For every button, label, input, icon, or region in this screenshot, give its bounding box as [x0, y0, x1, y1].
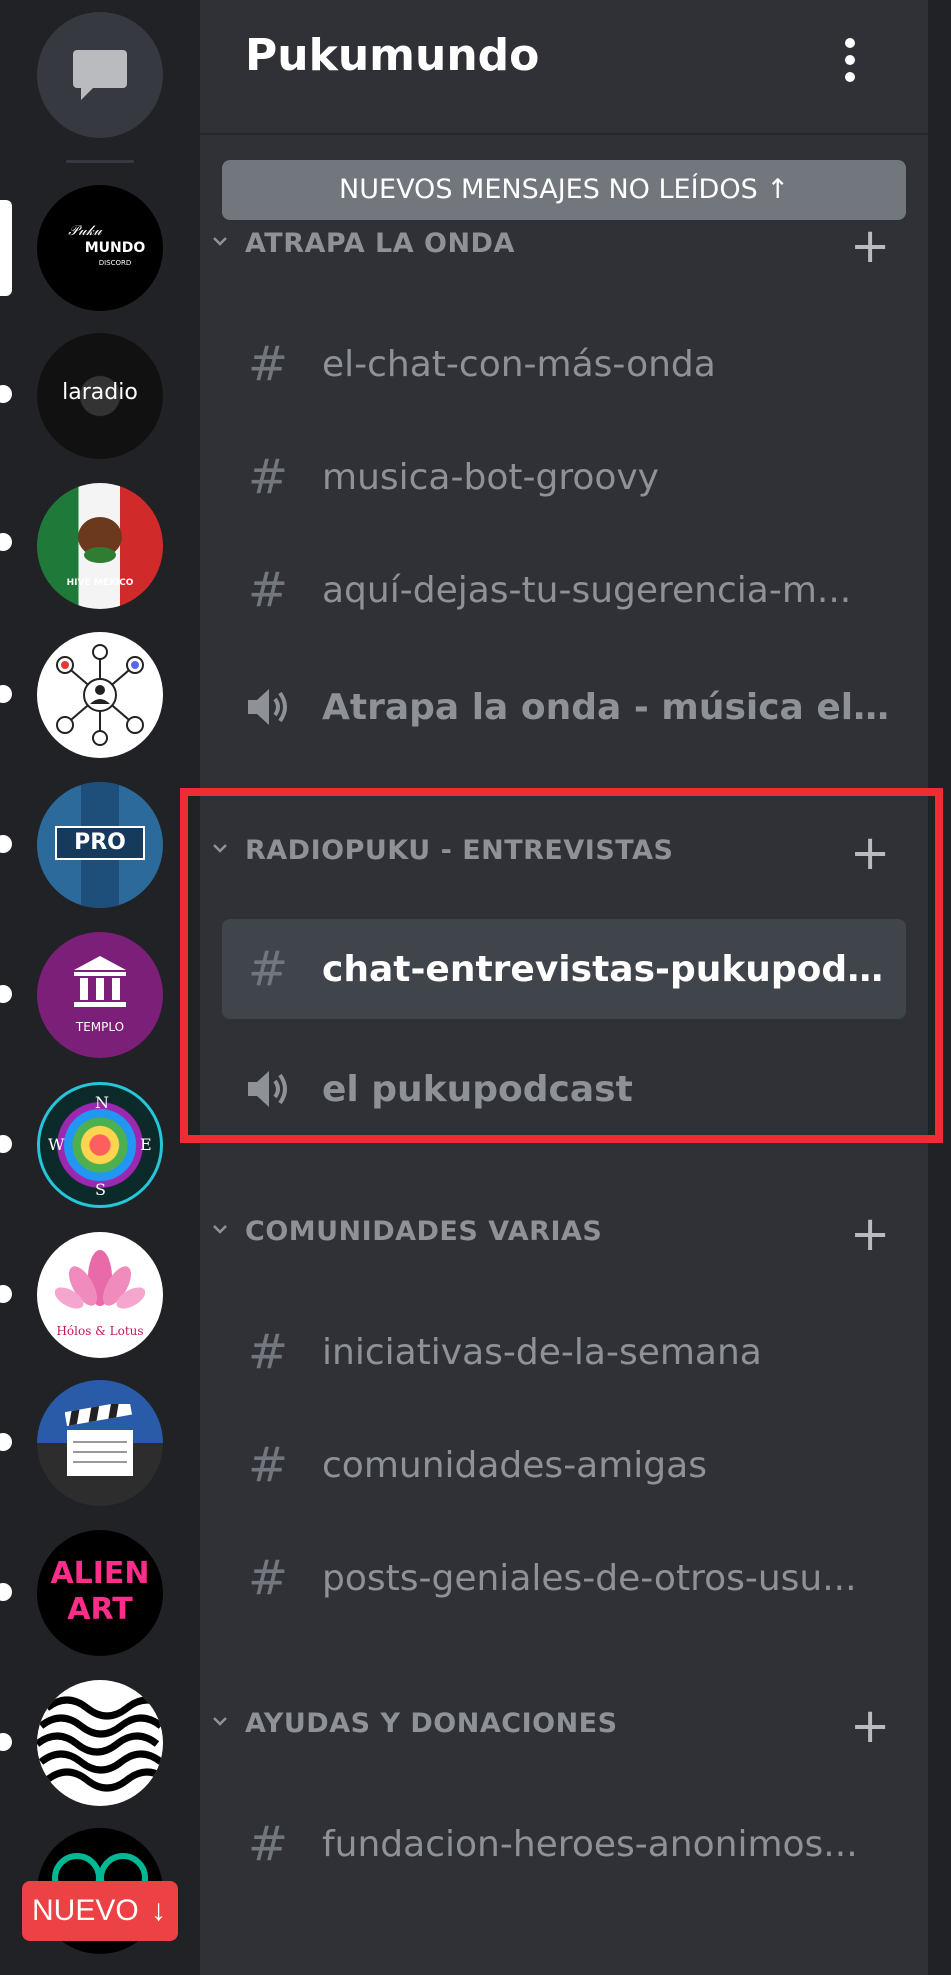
channel-name: musica-bot-groovy	[322, 457, 659, 498]
waves-icon	[37, 1696, 163, 1792]
eagle-icon	[78, 517, 122, 563]
unread-dot	[0, 1733, 12, 1751]
channel-atrapa-la-onda-voice[interactable]: Atrapa la onda - música elec...	[222, 657, 906, 757]
server-icon-pro[interactable]: PRO	[37, 782, 163, 908]
channel-name: iniciativas-de-la-semana	[322, 1332, 762, 1373]
server-icon-holos-lotus[interactable]: Hólos & Lotus	[37, 1232, 163, 1358]
category-label: COMUNIDADES VARIAS	[245, 1216, 603, 1247]
unread-dot	[0, 1285, 12, 1303]
chat-bubble-icon	[73, 50, 127, 100]
logo-subtext: DISCORD	[98, 259, 132, 267]
server-icon-alien-art[interactable]: ALIEN ART	[37, 1530, 163, 1656]
arrow-up-icon: ↑	[766, 174, 789, 205]
add-channel-icon[interactable]: +	[850, 1210, 890, 1258]
speaker-icon	[248, 689, 287, 725]
logo-text: laradio	[62, 380, 138, 405]
server-icon-cine[interactable]	[37, 1380, 163, 1506]
hashtag-icon: #	[247, 562, 289, 618]
channel-comunidades-amigas[interactable]: # comunidades-amigas	[222, 1415, 906, 1515]
new-badge-label: NUEVO	[32, 1894, 139, 1927]
lotus-icon	[55, 1250, 145, 1309]
compass-w: W	[48, 1135, 65, 1154]
server-name: Pukumundo	[245, 30, 540, 81]
server-icon-pukumundo[interactable]: 𝒫𝓊𝓀𝓊 MUNDO DISCORD	[37, 185, 163, 311]
channel-aqui-dejas-tu-sugerencia[interactable]: # aquí-dejas-tu-sugerencia-m...	[222, 540, 906, 640]
channel-name: comunidades-amigas	[322, 1445, 707, 1486]
logo-text: HIVE MEXICO	[66, 578, 134, 588]
hashtag-icon: #	[247, 1550, 289, 1606]
category-label: ATRAPA LA ONDA	[245, 228, 515, 259]
unread-dot	[0, 533, 12, 551]
server-header[interactable]: Pukumundo	[200, 0, 928, 135]
hashtag-icon: #	[247, 1437, 289, 1493]
selected-server-indicator	[0, 200, 12, 296]
hashtag-icon: #	[247, 1816, 289, 1872]
compass-e: E	[140, 1135, 152, 1154]
channel-posts-geniales[interactable]: # posts-geniales-de-otros-usu...	[222, 1528, 906, 1628]
channel-name: aquí-dejas-tu-sugerencia-m...	[322, 570, 852, 611]
server-icon-compass[interactable]: N W E S	[37, 1082, 163, 1208]
direct-messages-button[interactable]	[37, 12, 163, 138]
category-comunidades-varias[interactable]: COMUNIDADES VARIAS +	[200, 1204, 928, 1264]
highlight-annotation	[180, 788, 943, 1143]
unread-dot	[0, 1135, 12, 1153]
channel-name: Atrapa la onda - música elec...	[322, 687, 892, 728]
server-icon-network[interactable]	[37, 632, 163, 758]
channel-fundacion-heroes-anonimos[interactable]: # fundacion-heroes-anonimos...	[222, 1794, 906, 1894]
channel-name: el-chat-con-más-onda	[322, 344, 716, 385]
clapperboard-icon	[65, 1404, 133, 1476]
channel-el-chat-con-mas-onda[interactable]: # el-chat-con-más-onda	[222, 314, 906, 414]
server-icon-templo[interactable]: TEMPLO	[37, 932, 163, 1058]
arrow-down-icon: ↓	[151, 1894, 166, 1927]
channel-iniciativas-de-la-semana[interactable]: # iniciativas-de-la-semana	[222, 1302, 906, 1402]
compass-s: S	[95, 1180, 106, 1199]
unread-dot	[0, 835, 12, 853]
chevron-down-icon	[213, 1225, 227, 1234]
unread-banner-label: NUEVOS MENSAJES NO LEÍDOS	[339, 174, 758, 205]
category-atrapa-la-onda[interactable]: ATRAPA LA ONDA +	[200, 216, 928, 276]
unread-dot	[0, 1583, 12, 1601]
server-icon-hive-mexico[interactable]: HIVE MEXICO	[37, 483, 163, 609]
unread-dot	[0, 685, 12, 703]
channel-name: posts-geniales-de-otros-usu...	[322, 1558, 857, 1599]
logo-text: TEMPLO	[75, 1020, 125, 1034]
unread-messages-banner[interactable]: NUEVOS MENSAJES NO LEÍDOS ↑	[222, 160, 906, 220]
network-icon	[56, 644, 144, 746]
hashtag-icon: #	[247, 1324, 289, 1380]
compass-n: N	[95, 1093, 109, 1112]
hashtag-icon: #	[247, 336, 289, 392]
kebab-menu-icon[interactable]	[840, 38, 860, 86]
add-channel-icon[interactable]: +	[850, 222, 890, 270]
channel-name: fundacion-heroes-anonimos...	[322, 1824, 858, 1865]
unread-dot	[0, 1433, 12, 1451]
logo-text: PRO	[74, 830, 126, 855]
category-ayudas-y-donaciones[interactable]: AYUDAS Y DONACIONES +	[200, 1696, 928, 1756]
channel-musica-bot-groovy[interactable]: # musica-bot-groovy	[222, 427, 906, 527]
logo-text: MUNDO	[84, 240, 146, 256]
server-icon-waves[interactable]	[37, 1680, 163, 1806]
logo-text: Hólos & Lotus	[56, 1324, 144, 1338]
server-rail: 𝒫𝓊𝓀𝓊 MUNDO DISCORD laradio HIVE MEXICO P…	[0, 0, 200, 1975]
hashtag-icon: #	[247, 449, 289, 505]
logo-text: ALIEN ART	[50, 1556, 150, 1627]
chevron-down-icon	[213, 1717, 227, 1726]
rail-separator	[66, 160, 134, 163]
server-icon-laradio[interactable]: laradio	[37, 333, 163, 459]
new-messages-badge[interactable]: NUEVO ↓	[22, 1881, 178, 1941]
unread-dot	[0, 385, 12, 403]
logo-script: 𝒫𝓊𝓀𝓊	[68, 223, 102, 239]
category-label: AYUDAS Y DONACIONES	[245, 1708, 618, 1739]
chevron-down-icon	[213, 237, 227, 246]
temple-icon	[74, 956, 126, 1007]
add-channel-icon[interactable]: +	[850, 1702, 890, 1750]
unread-dot	[0, 985, 12, 1003]
